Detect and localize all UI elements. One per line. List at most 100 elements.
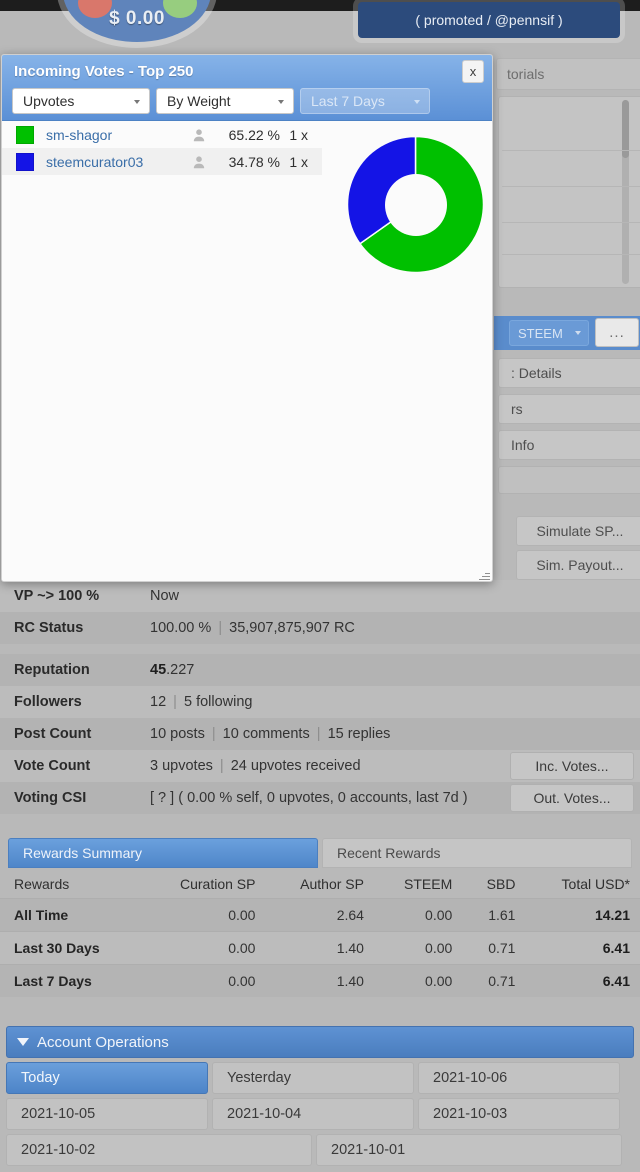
date-cell-2021-10-01[interactable]: 2021-10-01 (316, 1134, 622, 1166)
date-cell-2021-10-06[interactable]: 2021-10-06 (418, 1062, 620, 1094)
cell-curation-sp: 0.00 (141, 931, 266, 965)
row-label: Followers (14, 694, 82, 710)
chevron-down-icon (278, 100, 284, 104)
close-icon[interactable]: x (462, 60, 484, 83)
outgoing-votes-button[interactable]: Out. Votes... (510, 784, 634, 812)
row-label: Reputation (14, 662, 90, 678)
value-separator: | (211, 726, 216, 742)
chevron-down-icon (414, 100, 420, 104)
date-cell-2021-10-02[interactable]: 2021-10-02 (6, 1134, 312, 1166)
chevron-down-icon (575, 331, 581, 335)
table-gap (0, 644, 640, 654)
tab-recent-rewards[interactable]: Recent Rewards (322, 838, 632, 868)
vote-sort-value: By Weight (167, 93, 231, 109)
rc-percent: 100.00 % (150, 620, 212, 636)
account-operations-section: Account Operations Today Yesterday 2021-… (0, 1026, 640, 1166)
col-sbd: SBD (462, 870, 526, 899)
vote-list: sm-shagor 65.22 % 1 x steemcurator03 34.… (2, 121, 322, 175)
vote-range-select: Last 7 Days (300, 88, 430, 114)
promoted-banner: ( promoted / @pennsif ) (358, 2, 620, 38)
date-cell-2021-10-03[interactable]: 2021-10-03 (418, 1098, 620, 1130)
following-count: 5 following (183, 694, 253, 710)
row-label: Vote Count (14, 758, 91, 774)
table-row: Post Count 10 posts | 10 comments | 15 r… (0, 718, 640, 750)
series-color-swatch (16, 125, 34, 144)
upvotes-received: 24 upvotes received (230, 758, 361, 774)
side-row-info[interactable]: Info (498, 430, 640, 460)
value-separator: | (218, 620, 223, 636)
table-row: Reputation 45.227 (0, 654, 640, 686)
side-row-followers[interactable]: rs (498, 394, 640, 424)
more-options-button[interactable]: ... (595, 318, 639, 347)
tab-rewards-summary[interactable]: Rewards Summary (8, 838, 318, 868)
vote-sort-select[interactable]: By Weight (156, 88, 294, 114)
value-separator: | (173, 694, 177, 710)
panel-divider-2 (502, 186, 640, 187)
date-cell-yesterday[interactable]: Yesterday (212, 1062, 414, 1094)
rewards-tabs: Rewards Summary Recent Rewards (0, 838, 640, 868)
col-author-sp: Author SP (265, 870, 374, 899)
date-grid: Today Yesterday 2021-10-06 2021-10-05 20… (0, 1058, 640, 1166)
account-operations-title: Account Operations (37, 1033, 169, 1051)
table-row: Voting CSI [ ? ] ( 0.00 % self, 0 upvote… (0, 782, 640, 814)
cell-author-sp: 1.40 (265, 964, 374, 997)
posts-count: 10 posts (150, 726, 205, 742)
row-value: 12 | 5 following (150, 694, 640, 710)
vote-type-value: Upvotes (23, 93, 75, 109)
caret-down-icon (17, 1038, 29, 1046)
incoming-votes-dialog: Incoming Votes - Top 250 x Upvotes By We… (1, 54, 493, 582)
cell-steem: 0.00 (373, 931, 463, 965)
voter-name[interactable]: steemcurator03 (46, 154, 186, 170)
cell-period: All Time (0, 898, 142, 932)
row-value: Now (150, 588, 640, 604)
rc-amount: 35,907,875,907 RC (229, 620, 355, 636)
dialog-header[interactable]: Incoming Votes - Top 250 x Upvotes By We… (2, 55, 492, 121)
date-cell-2021-10-05[interactable]: 2021-10-05 (6, 1098, 208, 1130)
date-cell-today[interactable]: Today (6, 1062, 208, 1094)
voter-percent: 65.22 % (228, 126, 280, 143)
donut-center-hole (384, 173, 447, 236)
incoming-votes-button[interactable]: Inc. Votes... (510, 752, 634, 780)
cell-author-sp: 1.40 (265, 931, 374, 965)
cell-sbd: 0.71 (462, 931, 526, 965)
rewards-header-row: Rewards Curation SP Author SP STEEM SBD … (0, 870, 640, 899)
simulate-sp-button[interactable]: Simulate SP... (516, 516, 640, 546)
rewards-table: Rewards Curation SP Author SP STEEM SBD … (0, 870, 640, 997)
vote-range-value: Last 7 Days (311, 93, 385, 109)
vote-type-select[interactable]: Upvotes (12, 88, 150, 114)
currency-select-label: STEEM (518, 325, 563, 341)
vp-time-value: Now (150, 588, 180, 604)
table-row: Last 7 Days 0.00 1.40 0.00 0.71 6.41 (0, 964, 640, 997)
list-item[interactable]: steemcurator03 34.78 % 1 x (2, 148, 322, 175)
person-icon (186, 155, 212, 169)
comments-count: 10 comments (222, 726, 310, 742)
sim-payout-button[interactable]: Sim. Payout... (516, 550, 640, 580)
cell-period: Last 7 Days (0, 964, 142, 997)
cell-curation-sp: 0.00 (141, 898, 266, 932)
account-operations-header[interactable]: Account Operations (6, 1026, 634, 1058)
row-value: 10 posts | 10 comments | 15 replies (150, 726, 640, 742)
value-separator: | (219, 758, 224, 774)
row-label: Voting CSI (14, 790, 87, 806)
followers-count: 12 (150, 694, 167, 710)
upvotes-given: 3 upvotes (150, 758, 213, 774)
cell-author-sp: 2.64 (265, 898, 374, 932)
side-row-blank (498, 466, 640, 494)
row-value: 45.227 (150, 662, 640, 678)
currency-select[interactable]: STEEM (509, 320, 589, 346)
tutorials-row[interactable]: torials (496, 58, 640, 90)
list-item[interactable]: sm-shagor 65.22 % 1 x (2, 121, 322, 148)
panel-divider-3 (502, 222, 640, 223)
cell-sbd: 1.61 (462, 898, 526, 932)
voter-name[interactable]: sm-shagor (46, 127, 186, 143)
side-row-details[interactable]: : Details (498, 358, 640, 388)
replies-count: 15 replies (327, 726, 391, 742)
date-cell-2021-10-04[interactable]: 2021-10-04 (212, 1098, 414, 1130)
cell-total-usd: 6.41 (525, 964, 640, 997)
row-label: VP ~> 100 % (14, 588, 100, 604)
cell-steem: 0.00 (373, 964, 463, 997)
dialog-resize-handle[interactable] (478, 569, 490, 581)
voter-percent: 34.78 % (228, 153, 280, 170)
series-color-swatch (16, 152, 34, 171)
side-scroll-panel (498, 96, 640, 288)
